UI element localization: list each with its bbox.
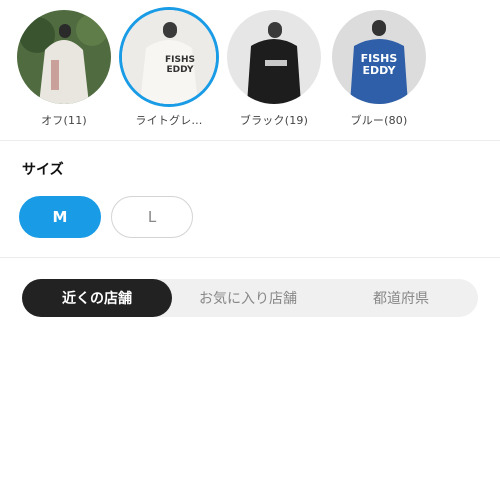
size-section-title: サイズ [22, 162, 64, 178]
svg-text:FISHS: FISHS [165, 55, 195, 65]
product-thumbnail: FISHS EDDY [332, 10, 426, 104]
color-option-label: オフ(11) [41, 114, 87, 127]
svg-text:EDDY: EDDY [363, 64, 397, 77]
tab-favorite-stores[interactable]: お気に入り店舗 [172, 279, 324, 317]
color-option-label: ブルー(80) [350, 114, 408, 127]
color-option-black[interactable]: ブラック(19) [227, 10, 321, 128]
color-option-off[interactable]: オフ(11) [17, 10, 111, 128]
size-option-l[interactable]: L [111, 196, 193, 238]
color-selector: オフ(11) FISHS EDDY ライトグレ… ブラック(19) FISHS … [0, 0, 500, 140]
color-option-light-gray[interactable]: FISHS EDDY ライトグレ… [122, 10, 216, 128]
product-thumbnail [17, 10, 111, 104]
product-thumbnail [227, 10, 321, 104]
svg-text:EDDY: EDDY [167, 65, 194, 75]
color-option-label: ブラック(19) [239, 114, 309, 127]
color-option-label: ライトグレ… [135, 114, 203, 127]
tab-nearby-stores[interactable]: 近くの店舗 [22, 279, 172, 317]
size-option-m[interactable]: M [19, 196, 101, 238]
divider [0, 140, 500, 141]
divider [0, 257, 500, 258]
tab-prefectures[interactable]: 都道府県 [324, 279, 478, 317]
store-tab-bar: 近くの店舗 お気に入り店舗 都道府県 [22, 279, 478, 317]
product-thumbnail: FISHS EDDY [122, 10, 216, 104]
color-option-blue[interactable]: FISHS EDDY ブルー(80) [332, 10, 426, 128]
